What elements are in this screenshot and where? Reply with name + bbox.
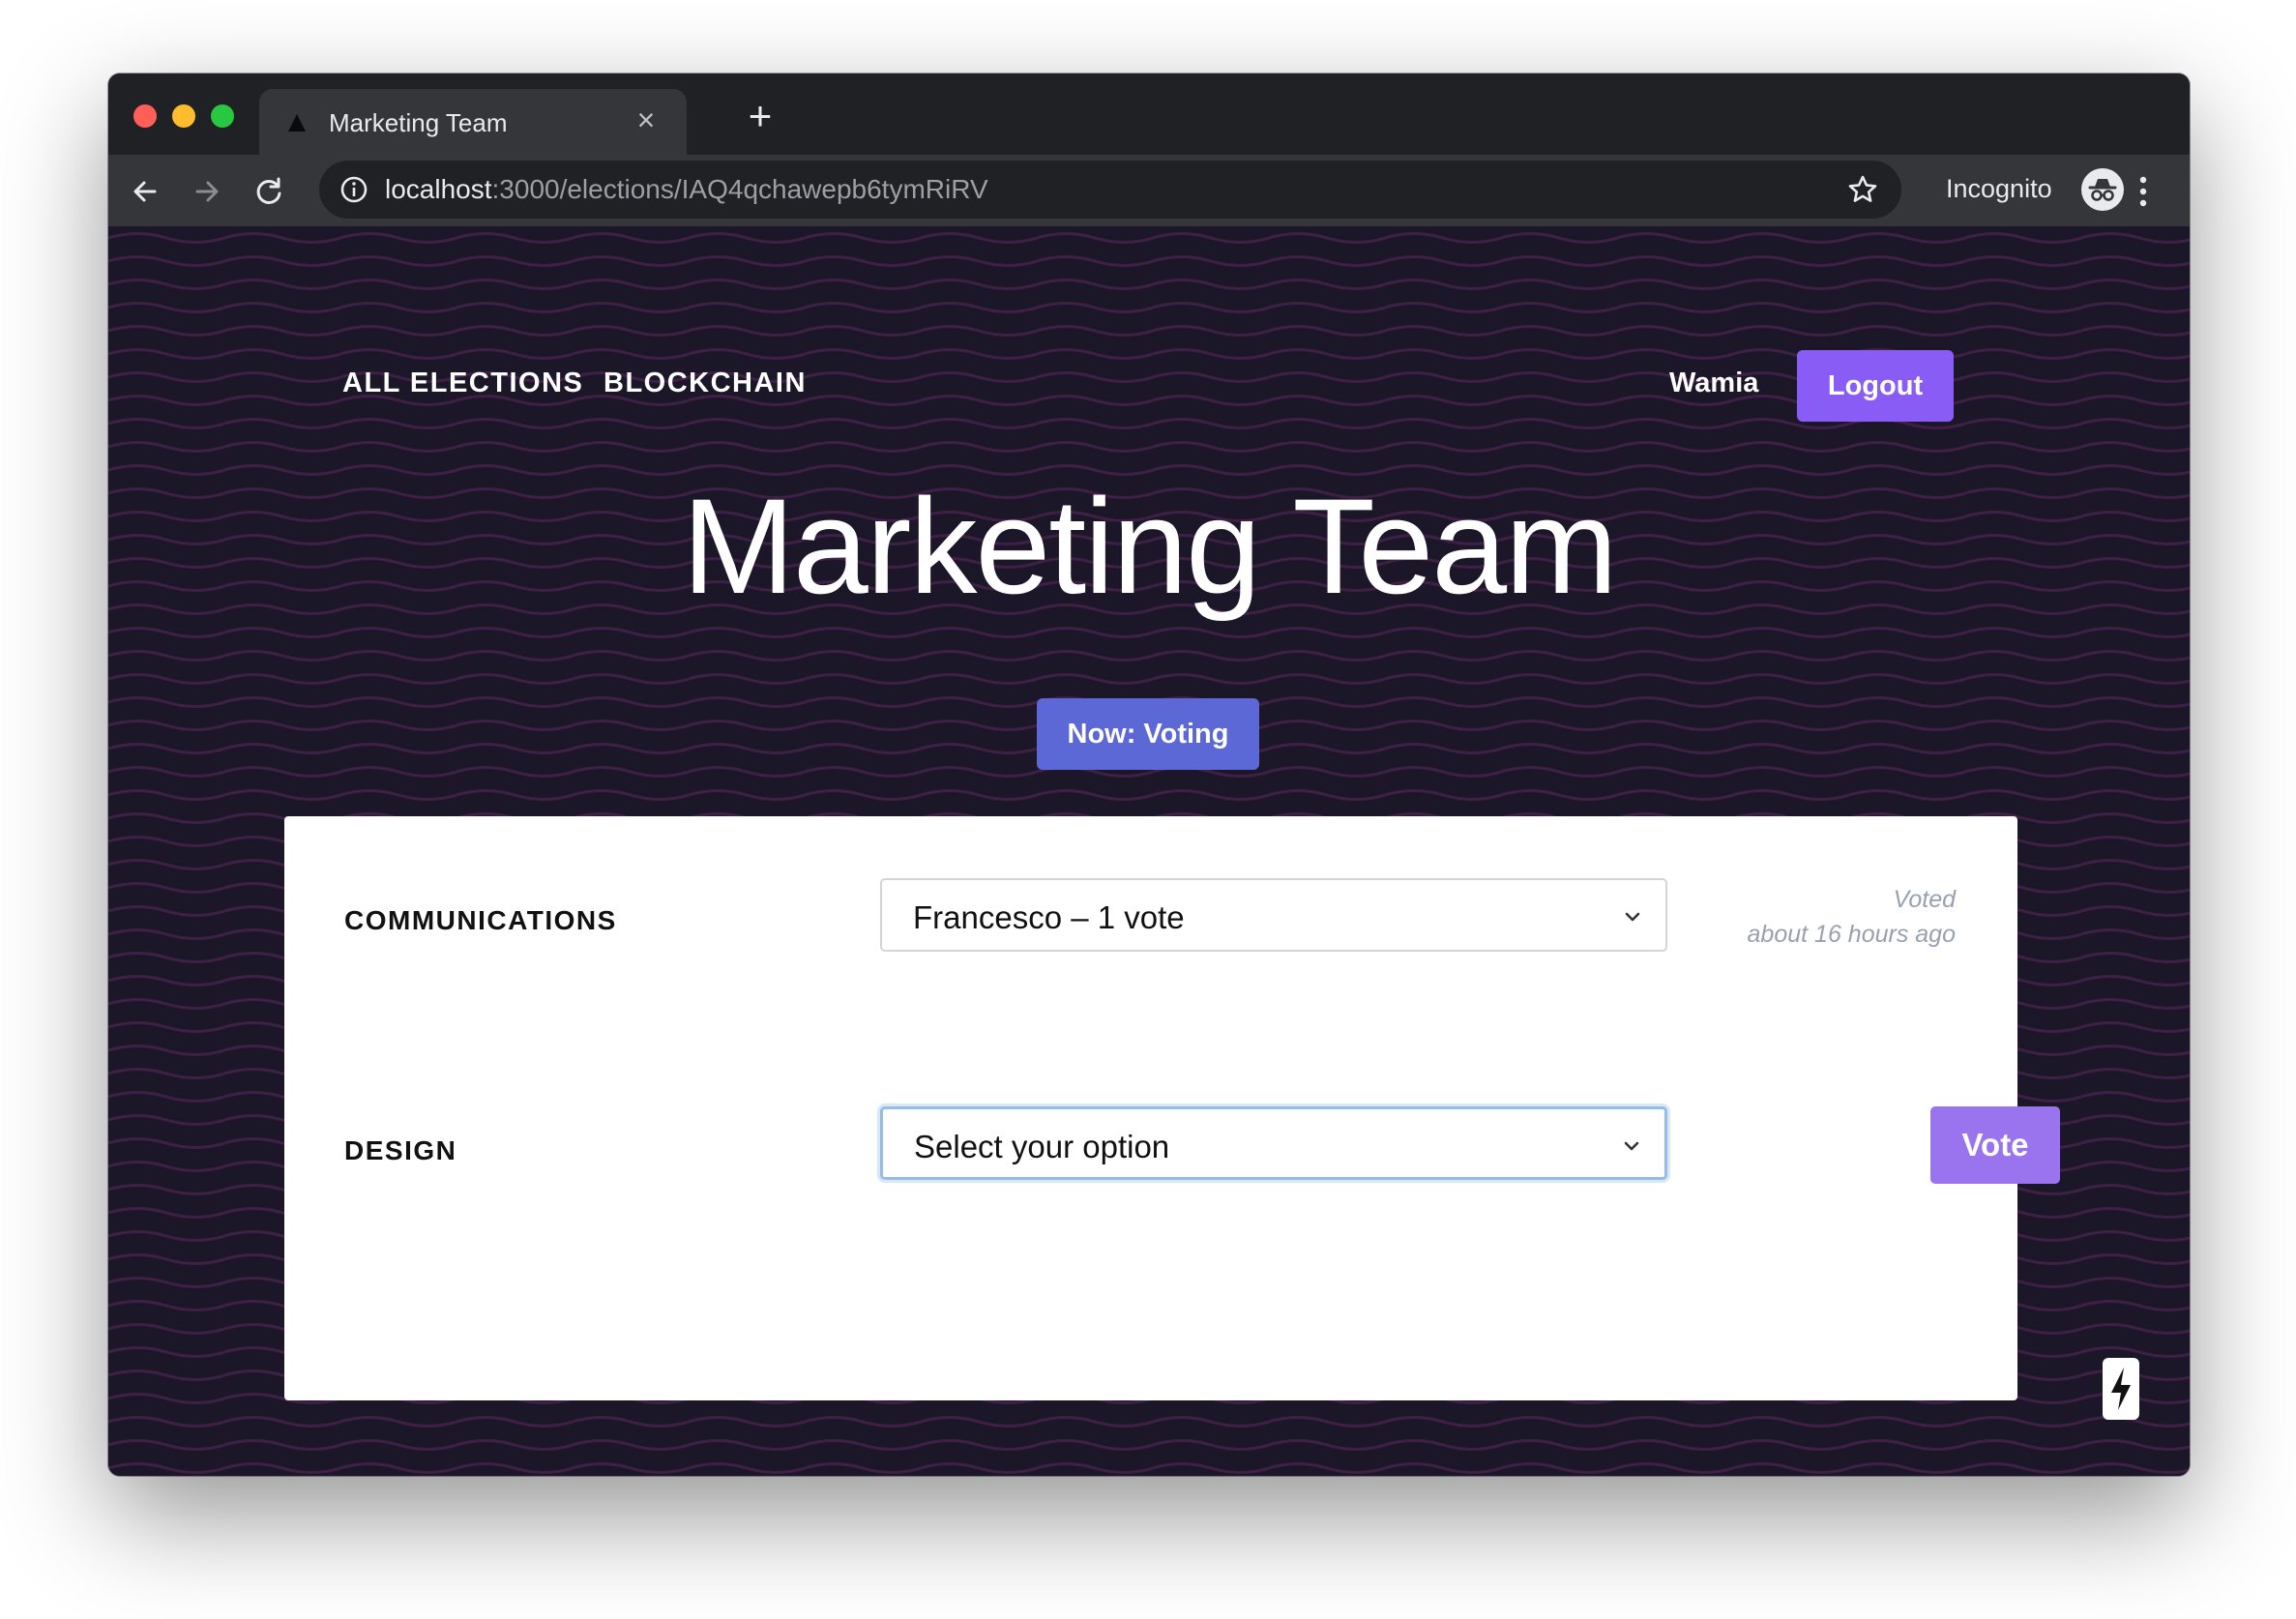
close-tab-icon[interactable]: × — [629, 103, 663, 137]
ballot-card: COMMUNICATIONS Francesco – 1 vote Voted … — [284, 816, 2060, 1400]
select-value: Select your option — [914, 1129, 1170, 1164]
bookmark-star-icon[interactable] — [1845, 172, 1880, 207]
tab-strip: Marketing Team × + — [108, 74, 2190, 155]
browser-toolbar: localhost:3000/elections/IAQ4qchawepb6ty… — [108, 155, 2190, 226]
minimize-window-button[interactable] — [172, 104, 195, 128]
tab-title: Marketing Team — [329, 108, 508, 137]
nav-blockchain[interactable]: BLOCKCHAIN — [603, 368, 807, 399]
reload-icon[interactable] — [250, 172, 288, 211]
vote-button[interactable]: Vote — [1930, 1106, 2060, 1184]
voted-time: about 16 hours ago — [1747, 921, 1956, 948]
url-path: :3000/elections/IAQ4qchawepb6tymRiRV — [491, 174, 988, 204]
office-label-design: DESIGN — [344, 1135, 457, 1165]
voted-meta: Voted about 16 hours ago — [1748, 882, 1956, 952]
election-status-badge[interactable]: Now: Voting — [1037, 698, 1259, 770]
back-arrow-icon[interactable] — [126, 172, 164, 211]
incognito-icon[interactable] — [2081, 168, 2124, 211]
url-text: localhost:3000/elections/IAQ4qchawepb6ty… — [385, 174, 988, 205]
communications-select[interactable]: Francesco – 1 vote — [880, 878, 1667, 952]
forward-arrow-icon[interactable] — [188, 172, 226, 211]
close-window-button[interactable] — [133, 104, 157, 128]
design-select[interactable]: Select your option — [880, 1106, 1667, 1180]
office-label-communications: COMMUNICATIONS — [344, 905, 617, 935]
address-bar[interactable]: localhost:3000/elections/IAQ4qchawepb6ty… — [319, 161, 1901, 219]
page-viewport: ALL ELECTIONS BLOCKCHAIN Wamia Logout Ma… — [108, 226, 2190, 1476]
url-host: localhost — [385, 174, 492, 204]
incognito-label: Incognito — [1946, 174, 2052, 203]
new-tab-icon[interactable]: + — [739, 95, 781, 137]
chevron-down-icon — [1625, 912, 1640, 922]
lightning-bolt-icon[interactable] — [2103, 1358, 2139, 1420]
favicon-icon — [288, 114, 306, 132]
more-menu-icon[interactable] — [2134, 174, 2153, 209]
voted-label: Voted — [1893, 886, 1956, 913]
maximize-window-button[interactable] — [211, 104, 234, 128]
logout-button[interactable]: Logout — [1797, 350, 1954, 422]
select-value: Francesco – 1 vote — [913, 899, 1185, 935]
nav-all-elections[interactable]: ALL ELECTIONS — [342, 368, 583, 399]
info-icon[interactable] — [339, 174, 369, 205]
election-title: Marketing Team — [682, 470, 1617, 622]
browser-window: Marketing Team × + localhost:3000/electi… — [108, 74, 2190, 1476]
chevron-down-icon — [1624, 1141, 1639, 1151]
tab-marketing-team[interactable]: Marketing Team × — [259, 89, 687, 155]
user-name: Wamia — [1669, 368, 1759, 398]
